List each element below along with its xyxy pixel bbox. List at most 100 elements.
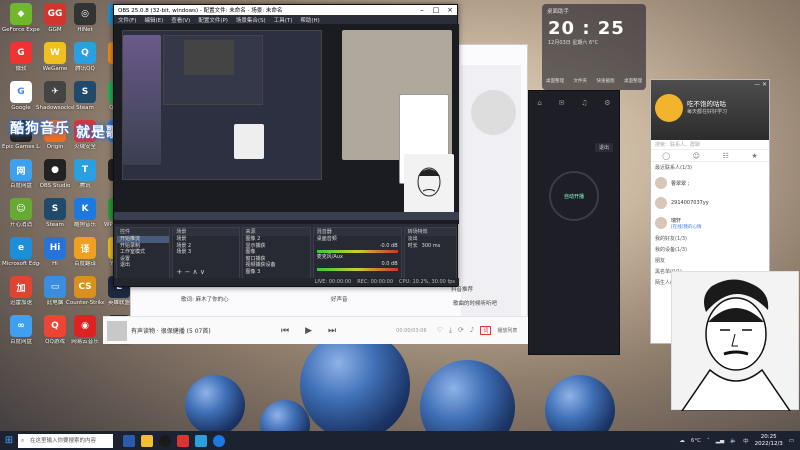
- play-icon[interactable]: ▶: [305, 326, 312, 336]
- playlist-button[interactable]: 播放列表: [497, 327, 517, 334]
- taskbar-search-input[interactable]: ⌕ 在这里输入你要搜索的内容: [18, 433, 113, 448]
- volume-icon[interactable]: 🔈: [730, 438, 737, 444]
- desktop-icon[interactable]: Q 腾讯QQ: [66, 42, 104, 73]
- home-icon[interactable]: ⌂: [537, 99, 541, 107]
- avatar[interactable]: [655, 94, 683, 122]
- obs-menu-item[interactable]: 编辑(E): [144, 16, 163, 24]
- space-icon[interactable]: ★: [751, 152, 757, 160]
- qq-search-input[interactable]: 搜索：联系人、群聊: [651, 140, 769, 150]
- volume-icon[interactable]: ♪: [470, 326, 474, 335]
- obs-taskbar-icon[interactable]: [159, 434, 171, 447]
- desktop-icon[interactable]: S Steam: [66, 81, 104, 112]
- notification-icon[interactable]: ▭: [789, 438, 794, 444]
- obs-menu-item[interactable]: 工具(T): [274, 16, 293, 24]
- desktop-icon[interactable]: G 微软: [2, 42, 40, 73]
- desktop-icon[interactable]: 译百度翻译: [66, 237, 104, 268]
- obs-menu-item[interactable]: 文件(F): [118, 16, 136, 24]
- app-icon: 网: [10, 159, 32, 181]
- desktop-icon-label: 开心消消: [9, 222, 32, 228]
- prev-icon[interactable]: ⏮: [281, 326, 289, 336]
- maximize-icon[interactable]: □: [429, 6, 443, 14]
- mixer-mic-db: 0.0 dB: [381, 260, 398, 267]
- heart-icon[interactable]: ♡: [437, 326, 443, 335]
- desktop-icon[interactable]: 加迅雷加速: [2, 276, 40, 307]
- download-icon[interactable]: ⤓: [449, 326, 452, 335]
- next-icon[interactable]: ⏭: [328, 326, 336, 336]
- contacts-icon[interactable]: ☺: [693, 152, 700, 160]
- desktop-icon[interactable]: e Microsoft Edge: [2, 237, 40, 268]
- scene-item[interactable]: 场景 3: [173, 249, 238, 256]
- desktop-icon-label: 微软: [15, 66, 27, 72]
- obs-menu-item[interactable]: 配置文件(P): [198, 16, 228, 24]
- app-icon: ∞: [10, 315, 32, 337]
- bell-icon[interactable]: ♫: [581, 99, 587, 107]
- transitions-title: 转场特效: [404, 228, 456, 236]
- minimize-icon[interactable]: –: [415, 6, 429, 14]
- loop-icon[interactable]: ⟳: [458, 326, 464, 335]
- taskview-icon[interactable]: [123, 434, 135, 447]
- qq-group[interactable]: 最近联系人(1/3): [651, 162, 769, 173]
- clock-action[interactable]: 文件夹: [574, 78, 588, 84]
- qq-window-controls[interactable]: — ✕: [754, 81, 767, 88]
- exit-button[interactable]: 退出: [117, 262, 169, 269]
- scene-add-remove[interactable]: + − ∧ ∨: [176, 268, 205, 276]
- music-caption-4: 歌曲的时候听听吧: [453, 301, 498, 307]
- desktop-icon[interactable]: ◎ HiNet: [66, 3, 104, 34]
- windows-start-icon[interactable]: ⊞: [0, 435, 18, 446]
- chat-icon[interactable]: ◯: [662, 152, 670, 160]
- source-item[interactable]: 图像 3: [243, 269, 310, 276]
- desktop-icon[interactable]: T 腾讯: [66, 159, 104, 190]
- chevron-up-icon[interactable]: ˄: [707, 438, 710, 444]
- song-cover: [107, 320, 127, 341]
- sources-title: 来源: [242, 228, 310, 236]
- auto-broadcast-button[interactable]: 自动开播: [549, 171, 599, 221]
- gear-icon[interactable]: ⚙: [604, 99, 610, 107]
- desktop-icon[interactable]: K 酷狗音乐: [66, 198, 104, 229]
- qq-taskbar-icon[interactable]: [195, 434, 207, 447]
- taskbar-app-icon[interactable]: [177, 434, 189, 447]
- obs-preview[interactable]: [114, 24, 459, 224]
- dark-panel[interactable]: ⌂ ✉ ♫ ⚙ 退出 自动开播: [528, 90, 620, 355]
- clock-action[interactable]: 桌面整理: [546, 78, 564, 84]
- desktop-icon[interactable]: G Google: [2, 81, 40, 112]
- list-item[interactable]: 曹翠翠 ;: [651, 173, 769, 193]
- group-icon[interactable]: ☷: [723, 152, 729, 160]
- explorer-icon[interactable]: [141, 434, 153, 447]
- obs-menu-item[interactable]: 帮助(H): [300, 16, 319, 24]
- desktop-icon[interactable]: ∞ 百度网盘: [2, 315, 40, 346]
- ime-indicator[interactable]: 中: [743, 437, 749, 445]
- app-icon: ◎: [74, 3, 96, 25]
- transitions-dock: 转场特效 淡出 时长 300 ms: [403, 227, 457, 279]
- panel-exit-button[interactable]: 退出: [594, 143, 613, 152]
- mixer-dock: 混音器 桌面音频 -0.0 dB 麦克风/Aux 0.0 dB: [312, 227, 402, 279]
- qq-group[interactable]: 我的设备(1/3): [651, 244, 769, 255]
- bag-icon[interactable]: ✉: [559, 99, 565, 107]
- qq-group[interactable]: 朋友: [651, 255, 769, 266]
- network-icon[interactable]: ▂▄: [716, 438, 724, 444]
- taskbar-clock[interactable]: 20:25 2022/12/3: [755, 434, 783, 448]
- desktop-icon[interactable]: ◆ GeForce Experience: [2, 3, 40, 34]
- qq-group[interactable]: 我的好友(1/3): [651, 233, 769, 244]
- obs-titlebar[interactable]: OBS 25.0.8 (32-bit, windows) - 配置文件: 未命名…: [114, 5, 457, 15]
- duration-input[interactable]: 300 ms: [422, 243, 441, 250]
- desktop-icon[interactable]: ☺ 开心消消: [2, 198, 40, 229]
- weather-icon[interactable]: ☁: [679, 438, 685, 444]
- close-icon[interactable]: ×: [443, 6, 457, 14]
- obs-menu-item[interactable]: 查看(V): [171, 16, 190, 24]
- lyric-button[interactable]: 词: [480, 326, 492, 335]
- list-item[interactable]: 瑞轩 [在线]我的心情: [651, 213, 769, 233]
- clock-action[interactable]: 桌面整理: [624, 78, 642, 84]
- desktop-icon-label: Google: [11, 105, 31, 111]
- obs-menu-item[interactable]: 场景集合(S): [236, 16, 266, 24]
- clock-action[interactable]: 快速截图: [597, 78, 615, 84]
- obs-title: OBS 25.0.8 (32-bit, windows) - 配置文件: 未命名…: [118, 8, 283, 14]
- desktop-icon[interactable]: ◉ 网易云音乐: [66, 315, 104, 346]
- desktop-icon[interactable]: 网百度网盘: [2, 159, 40, 190]
- list-item[interactable]: 2914007037yy: [651, 193, 769, 213]
- desktop-icon[interactable]: CS Counter-Strike: Global: [66, 276, 104, 307]
- face-icon: [417, 167, 441, 197]
- kugou-taskbar-icon[interactable]: [213, 434, 225, 447]
- app-icon: 加: [10, 276, 32, 298]
- qq-tabs: ◯ ☺ ☷ ★: [651, 150, 769, 162]
- obs-window[interactable]: OBS 25.0.8 (32-bit, windows) - 配置文件: 未命名…: [113, 4, 459, 287]
